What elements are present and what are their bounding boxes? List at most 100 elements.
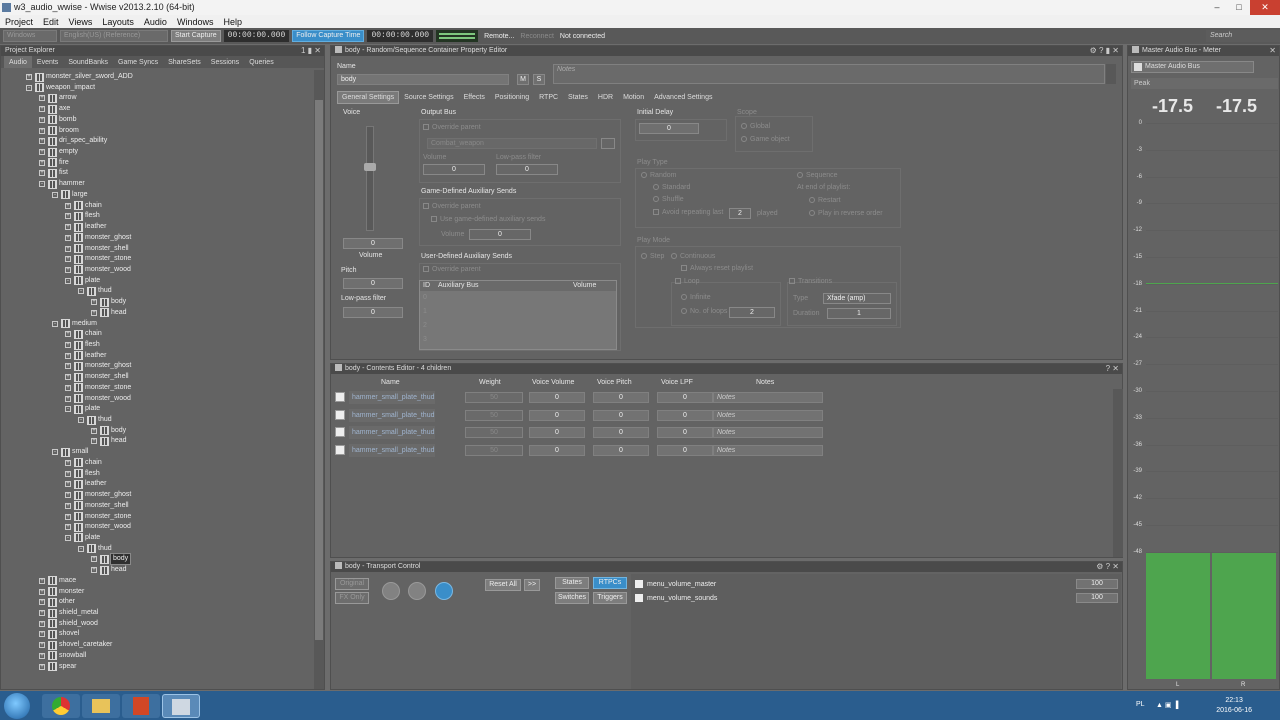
rtpc-item[interactable]: menu_volume_master <box>635 579 716 590</box>
expand-toggle-icon[interactable]: + <box>91 299 97 306</box>
play-icon[interactable] <box>435 582 453 600</box>
child-weight-field[interactable]: 50 <box>465 427 523 438</box>
expand-toggle-icon[interactable]: + <box>65 224 71 231</box>
child-name[interactable]: hammer_small_plate_thud <box>349 408 435 422</box>
powerpoint-icon[interactable] <box>122 694 160 718</box>
expand-toggle-icon[interactable]: + <box>65 384 71 391</box>
tree-item[interactable]: - thud <box>78 415 112 425</box>
table-row[interactable]: hammer_small_plate_thud 50 0 0 0 Notes <box>334 408 824 422</box>
expand-toggle-icon[interactable]: - <box>78 288 84 295</box>
clock[interactable]: 22:13 2016-06-16 <box>1216 696 1252 716</box>
table-row[interactable]: hammer_small_plate_thud 50 0 0 0 Notes <box>334 426 824 439</box>
child-notes-field[interactable]: Notes <box>713 427 823 438</box>
transition-type-select[interactable]: Xfade (amp) <box>823 293 891 304</box>
expand-toggle-icon[interactable]: + <box>39 588 45 595</box>
transitions-checkbox[interactable]: Transitions <box>789 278 832 285</box>
expand-toggle-icon[interactable]: + <box>39 106 45 113</box>
panel-controls[interactable]: ? ✕ <box>1106 364 1119 374</box>
restart-radio[interactable]: Restart <box>809 197 841 204</box>
duration-value[interactable]: 1 <box>827 308 891 319</box>
rtpc-value[interactable]: 100 <box>1076 579 1118 589</box>
volume-slider[interactable] <box>364 126 376 231</box>
col-name[interactable]: Name <box>381 379 400 386</box>
more-button[interactable]: >> <box>524 579 540 591</box>
expand-toggle-icon[interactable]: + <box>65 213 71 220</box>
col-weight[interactable]: Weight <box>479 379 501 386</box>
tree-item[interactable]: + empty <box>39 147 78 157</box>
child-name[interactable]: hammer_small_plate_thud <box>349 443 435 457</box>
expand-toggle-icon[interactable]: + <box>65 459 71 466</box>
volume-value[interactable]: 0 <box>343 238 403 249</box>
expand-toggle-icon[interactable]: + <box>91 567 97 574</box>
remote-button[interactable]: Remote... <box>484 33 514 40</box>
meter-bus-selector[interactable]: Master Audio Bus <box>1131 61 1254 73</box>
no-of-loops-radio[interactable]: No. of loops <box>681 308 727 315</box>
sequence-radio[interactable]: Sequence <box>797 172 838 179</box>
user-aux-override-checkbox[interactable]: Override parent <box>423 266 481 273</box>
search-input[interactable]: Search <box>1206 30 1280 42</box>
menu-layouts[interactable]: Layouts <box>97 15 139 28</box>
tab-soundbanks[interactable]: SoundBanks <box>63 56 113 68</box>
tab-positioning[interactable]: Positioning <box>490 91 534 104</box>
language-combo[interactable]: English(US) (Reference) <box>60 30 168 42</box>
expand-toggle-icon[interactable]: + <box>91 556 97 563</box>
child-notes-field[interactable]: Notes <box>713 392 823 403</box>
loop-checkbox[interactable]: Loop <box>675 278 700 285</box>
child-name[interactable]: hammer_small_plate_thud <box>349 426 435 439</box>
expand-toggle-icon[interactable]: - <box>65 277 71 284</box>
child-vol-field[interactable]: 0 <box>529 427 585 438</box>
expand-toggle-icon[interactable]: + <box>65 234 71 241</box>
child-weight-field[interactable]: 50 <box>465 444 523 456</box>
infinite-radio[interactable]: Infinite <box>681 294 711 301</box>
expand-toggle-icon[interactable]: + <box>65 331 71 338</box>
col-voice-pitch[interactable]: Voice Pitch <box>597 379 632 386</box>
expand-toggle-icon[interactable]: + <box>65 363 71 370</box>
shuffle-radio[interactable]: Shuffle <box>653 196 684 203</box>
bus-field[interactable]: Combat_weapon <box>427 138 597 149</box>
child-pitch-field[interactable]: 0 <box>593 427 649 438</box>
tree-item[interactable]: - plate <box>65 533 100 543</box>
chrome-icon[interactable] <box>42 694 80 718</box>
tree-item[interactable]: + chain <box>65 458 102 468</box>
standard-radio[interactable]: Standard <box>653 184 690 191</box>
expand-toggle-icon[interactable]: + <box>65 524 71 531</box>
expand-toggle-icon[interactable]: - <box>39 181 45 188</box>
expand-toggle-icon[interactable]: + <box>39 116 45 123</box>
wwise-taskbar-icon[interactable] <box>162 694 200 718</box>
tray-icons[interactable]: ▲ ▣ ▐ <box>1156 701 1178 709</box>
avoid-repeating-checkbox[interactable]: Avoid repeating last <box>653 209 723 216</box>
tree-item[interactable]: - thud <box>78 286 112 296</box>
tab-events[interactable]: Events <box>32 56 63 68</box>
tree-item[interactable]: + fist <box>39 168 68 178</box>
notes-field[interactable]: Notes <box>553 64 1105 84</box>
expand-toggle-icon[interactable]: + <box>39 631 45 638</box>
tree-item[interactable]: + monster_shell <box>65 501 129 511</box>
tab-hdr[interactable]: HDR <box>593 91 618 104</box>
child-weight-field[interactable]: 50 <box>465 409 523 421</box>
child-notes-field[interactable]: Notes <box>713 444 823 456</box>
original-button[interactable]: Original <box>335 578 369 590</box>
tree-item[interactable]: + other <box>39 597 75 607</box>
expand-toggle-icon[interactable]: - <box>52 191 58 198</box>
expand-toggle-icon[interactable]: + <box>39 159 45 166</box>
tree-item[interactable]: - weapon_impact <box>26 83 95 93</box>
tree-item[interactable]: + head <box>91 565 127 575</box>
fx-only-button[interactable]: FX Only <box>335 592 369 604</box>
panel-controls[interactable]: ✕ <box>1269 46 1276 56</box>
tree-item[interactable]: + monster_ghost <box>65 490 131 500</box>
tree-item[interactable]: + monster_stone <box>65 254 131 264</box>
tree-item[interactable]: + fire <box>39 158 69 168</box>
override-parent-checkbox[interactable]: Override parent <box>423 124 481 131</box>
expand-toggle-icon[interactable]: + <box>65 481 71 488</box>
table-row[interactable]: hammer_small_plate_thud 50 0 0 0 Notes <box>334 391 824 404</box>
tree-item[interactable]: + shield_wood <box>39 619 98 629</box>
expand-toggle-icon[interactable]: - <box>65 534 71 541</box>
tab-sharesets[interactable]: ShareSets <box>163 56 206 68</box>
tree-item[interactable]: + monster_ghost <box>65 361 131 371</box>
expand-toggle-icon[interactable]: - <box>78 417 84 424</box>
pitch-value[interactable]: 0 <box>343 278 403 289</box>
col-voice-lpf[interactable]: Voice LPF <box>661 379 693 386</box>
tab-states[interactable]: States <box>563 91 593 104</box>
panel-controls[interactable]: ⚙ ? ✕ <box>1096 562 1119 572</box>
child-lpf-field[interactable]: 0 <box>657 444 713 456</box>
